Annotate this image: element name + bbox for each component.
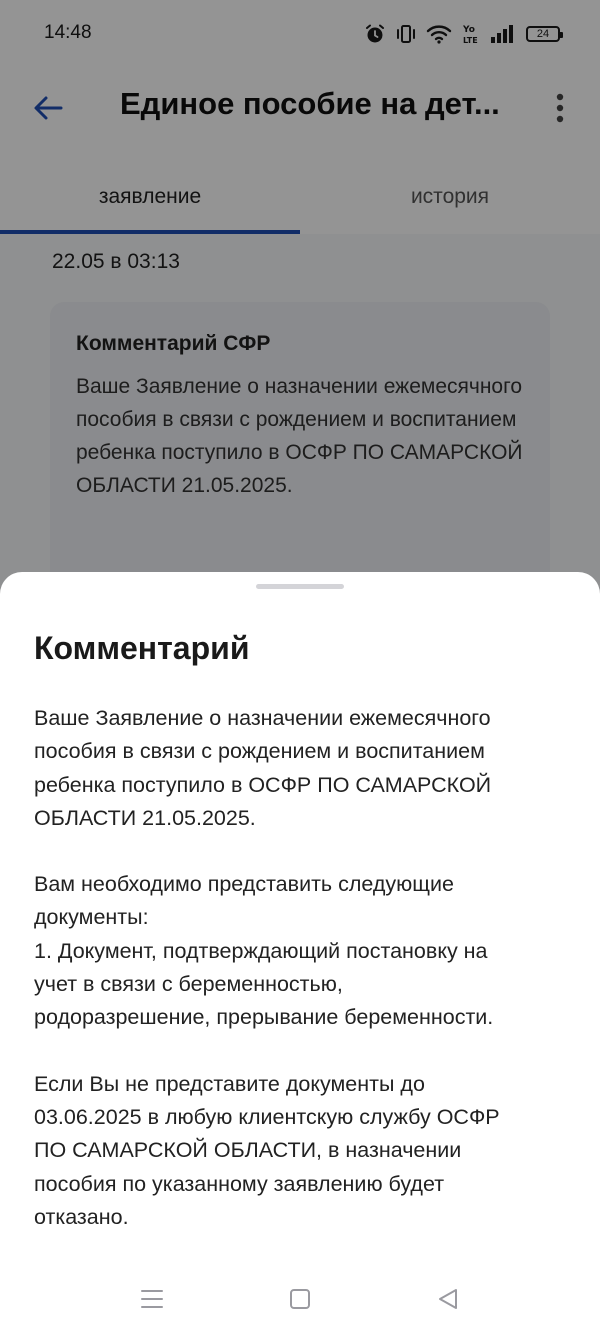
text-line: ОБЛАСТИ 21.05.2025. bbox=[34, 805, 256, 830]
sheet-paragraph: Вам необходимо представить следующие док… bbox=[34, 868, 574, 1034]
nav-back-button[interactable] bbox=[431, 1282, 465, 1316]
nav-home-button[interactable] bbox=[283, 1282, 317, 1316]
text-line: родоразрешение, прерывание беременности. bbox=[34, 1005, 494, 1030]
comment-bottom-sheet: Комментарий Ваше Заявление о назначении … bbox=[0, 572, 600, 1332]
drag-handle[interactable] bbox=[256, 584, 344, 589]
sheet-paragraph: Ваше Заявление о назначении ежемесячного… bbox=[34, 702, 574, 835]
sheet-body: Ваше Заявление о назначении ежемесячного… bbox=[34, 702, 574, 1234]
text-line: пособия в связи с рождением и воспитание… bbox=[34, 739, 485, 764]
sheet-title: Комментарий bbox=[34, 630, 250, 666]
text-line: Если Вы не представите документы до bbox=[34, 1071, 425, 1096]
text-line: 1. Документ, подтверждающий постановку н… bbox=[34, 938, 488, 963]
sheet-paragraph: Если Вы не представите документы до 03.0… bbox=[34, 1068, 574, 1234]
text-line: 03.06.2025 в любую клиентскую службу ОСФ… bbox=[34, 1104, 500, 1129]
text-line: ПО САМАРСКОЙ ОБЛАСТИ, в назначении bbox=[34, 1138, 462, 1163]
text-line: Вам необходимо представить следующие bbox=[34, 872, 454, 897]
text-line: отказано. bbox=[34, 1204, 129, 1229]
text-line: документы: bbox=[34, 905, 149, 930]
square-home-icon bbox=[290, 1289, 310, 1309]
text-line: учет в связи с беременностью, bbox=[34, 972, 343, 997]
system-nav-bar bbox=[0, 1262, 600, 1332]
text-line: ребенка поступило в ОСФР ПО САМАРСКОЙ bbox=[34, 772, 492, 797]
nav-menu-button[interactable] bbox=[135, 1282, 169, 1316]
menu-icon bbox=[141, 1290, 163, 1308]
text-line: Ваше Заявление о назначении ежемесячного bbox=[34, 706, 491, 730]
triangle-back-icon bbox=[439, 1289, 457, 1309]
text-line: пособия по указанному заявлению будет bbox=[34, 1171, 445, 1196]
